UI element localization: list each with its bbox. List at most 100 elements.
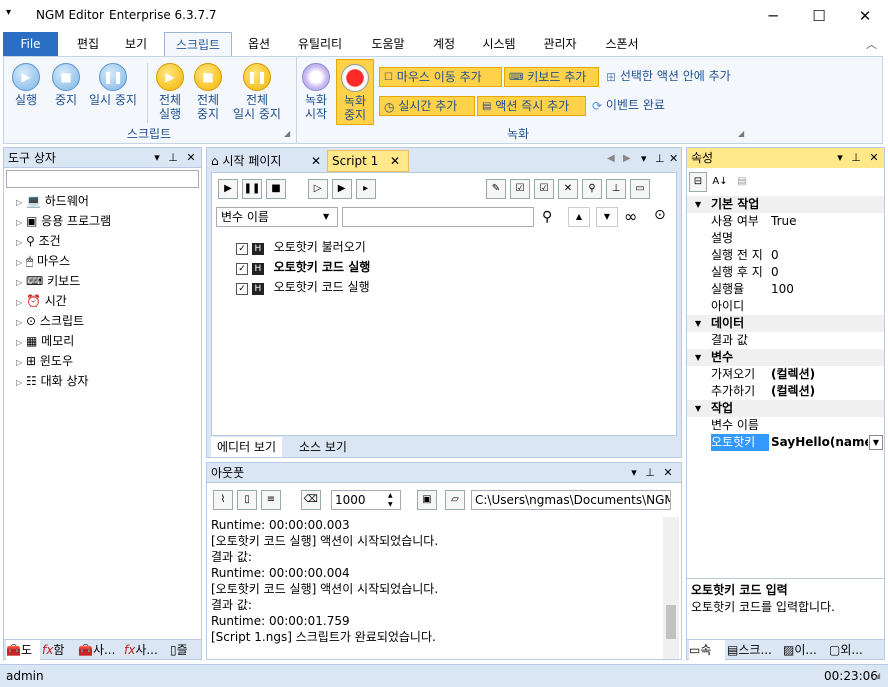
chevron-down-icon[interactable]: ▼ [869,435,883,450]
dropdown-icon[interactable]: ▾ [150,148,164,168]
menu-help[interactable]: 도움말 [363,32,413,56]
tree-item-window[interactable]: ▷ ⊞ 윈도우 [4,351,201,371]
add-action-now-button[interactable]: ▤ 액션 즉시 추가 [477,96,586,116]
tab-function[interactable]: fx함 [42,640,76,660]
menu-options[interactable]: 옵션 [239,32,279,56]
group-launcher-icon[interactable]: ◢ [738,129,744,138]
stop-all-button[interactable]: ■ 전체 중지 [188,63,228,121]
action-item[interactable]: ✓ H 오토핫키 코드 실행 [236,277,370,297]
menu-account[interactable]: 계정 [422,32,466,56]
resize-grip-icon[interactable]: ◢ [874,671,880,680]
close-icon[interactable]: ✕ [311,151,321,171]
pin-icon[interactable]: ⊥ [643,463,657,483]
property-pages-icon[interactable]: ▤ [733,173,751,193]
tab-source-view[interactable]: 소스 보기 [293,437,353,457]
close-button[interactable]: ✕ [842,0,888,32]
pause-icon[interactable]: ❚❚ [242,179,262,199]
tab-start-page[interactable]: ⌂ 시작 페이지 ✕ [211,151,327,171]
close-icon[interactable]: ✕ [184,148,198,168]
edit-icon[interactable]: ✎ [486,179,506,199]
record-stop-button[interactable]: 녹화 중지 [336,59,374,125]
checkbox[interactable]: ✓ [236,243,248,255]
category-basic[interactable]: ▼ 기본 작업 [687,196,884,213]
tab-user-tools[interactable]: 🧰사... [78,640,122,660]
scroll-left-icon[interactable]: ◀ [607,153,615,164]
pin-icon[interactable]: ⊥ [849,148,863,168]
infinity-icon[interactable]: ∞ [624,207,637,226]
menu-view[interactable]: 보기 [116,32,156,56]
step-icon[interactable]: ▸ [355,179,376,199]
folder-icon[interactable]: ▱ [445,490,465,510]
prop-rate[interactable]: 실행율 100 [687,281,884,298]
prop-desc[interactable]: 설명 [687,230,884,247]
tab-external[interactable]: ▢외... [829,640,883,660]
menu-admin[interactable]: 관리자 [534,32,586,56]
tree-item-memory[interactable]: ▷ ▦ 메모리 [4,331,201,351]
tree-item-dialog[interactable]: ▷ ☷ 대화 상자 [4,371,201,391]
tree-item-hardware[interactable]: ▷ 💻 하드웨어 [4,191,201,211]
tree-item-condition[interactable]: ▷ ⚲ 조건 [4,231,201,251]
prop-result[interactable]: 결과 값 [687,332,884,349]
tab-editor-view[interactable]: 에디터 보기 [211,437,283,457]
pause-all-button[interactable]: ❚❚ 전체 일시 중지 [228,63,286,121]
tree-item-script[interactable]: ▷ ⊙ 스크립트 [4,311,201,331]
close-icon[interactable]: ✕ [661,463,675,483]
menu-sponsor[interactable]: 스폰서 [596,32,648,56]
record-start-button[interactable]: 녹화 시작 [298,63,334,121]
event-done-button[interactable]: ⟳ 이벤트 완료 [588,96,688,116]
tree-icon[interactable]: ⊥ [606,179,626,199]
up-button[interactable]: ▲ [568,207,590,227]
run-icon[interactable]: ▶ [218,179,238,199]
app-menu-icon[interactable]: ▾ [6,7,11,18]
play-box-icon[interactable]: ▶ [331,179,352,199]
tab-script-tree[interactable]: ▤스크... [727,640,781,660]
eraser-icon[interactable]: ⌫ [300,490,321,510]
close-icon[interactable]: ✕ [390,151,400,171]
menu-utility[interactable]: 유틸리티 [289,32,351,56]
prop-delay-after[interactable]: 실행 후 지 0 [687,264,884,281]
tab-user-function[interactable]: fx사... [124,640,168,660]
check-icon[interactable]: ☑ [534,179,554,199]
variable-select[interactable]: 변수 이름 ▼ [216,207,338,227]
prop-add[interactable]: 추가하기 (컬렉션) [687,383,884,400]
menu-file[interactable]: File [3,32,58,56]
play-outline-icon[interactable]: ▷ [307,179,328,199]
maximize-button[interactable]: ☐ [796,0,842,32]
tab-properties[interactable]: ▭속 [689,640,725,660]
collapse-ribbon-icon[interactable]: ︿ [866,36,877,52]
log-path-field[interactable]: C:\Users\ngmas\Documents\NGM6\ [471,490,671,510]
pin-icon[interactable]: ⊥ [166,148,180,168]
tree-item-time[interactable]: ▷ ⏰ 시간 [4,291,201,311]
check-all-icon[interactable]: ☑ [510,179,530,199]
stop-icon[interactable]: ■ [266,179,286,199]
close-icon[interactable]: ✕ [669,152,678,165]
menu-script[interactable]: 스크립트 [164,32,232,57]
delete-icon[interactable]: ✕ [558,179,578,199]
tab-favorites[interactable]: ▯즐 [170,640,201,660]
search-icon[interactable]: ⚲ [582,179,602,199]
variable-search-input[interactable] [342,207,534,227]
prop-delay-before[interactable]: 실행 전 지 0 [687,247,884,264]
categorized-icon[interactable]: ⊟ [689,172,707,192]
category-variable[interactable]: ▼ 변수 [687,349,884,366]
tab-script-1[interactable]: Script 1 ✕ [327,150,409,172]
tab-image[interactable]: ▨이... [783,640,827,660]
prop-var-name[interactable]: 변수 이름 [687,417,884,434]
broom-icon[interactable]: ⌇ [213,490,233,510]
tree-item-mouse[interactable]: ▷ 🖱 마우스 [4,251,201,271]
close-icon[interactable]: ✕ [867,148,881,168]
category-task[interactable]: ▼ 작업 [687,400,884,417]
search-icon[interactable]: ⚲ [542,209,552,225]
file-settings-icon[interactable]: ▯ [237,490,257,510]
minimize-button[interactable]: ─ [750,0,796,32]
prop-get[interactable]: 가져오기 (컬렉션) [687,366,884,383]
dropdown-icon[interactable]: ▾ [833,148,847,168]
scroll-right-icon[interactable]: ▶ [623,153,631,164]
category-data[interactable]: ▼ 데이터 [687,315,884,332]
tree-item-keyboard[interactable]: ▷ ⌨ 키보드 [4,271,201,291]
checkbox[interactable]: ✓ [236,283,248,295]
list-icon[interactable]: ≡ [261,490,281,510]
sort-az-icon[interactable]: A↓ [711,173,729,193]
dropdown-icon[interactable]: ▾ [641,152,647,165]
dropdown-icon[interactable]: ▾ [627,463,641,483]
